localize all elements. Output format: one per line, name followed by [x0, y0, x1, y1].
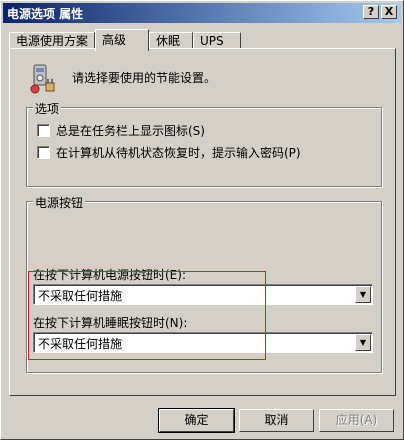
power-button-action-value: 不采取任何措施 — [38, 289, 123, 303]
help-button[interactable]: ? — [363, 5, 379, 19]
show-tray-icon-label: 总是在任务栏上显示图标(S) — [56, 124, 205, 138]
prompt-password-checkbox[interactable] — [37, 146, 50, 159]
power-options-dialog: 电源选项 属性 ? X 电源使用方案 高级 休眠 UPS 请选择要使用的节能设置… — [0, 0, 404, 440]
chevron-down-icon[interactable]: ▼ — [355, 286, 371, 303]
ok-button[interactable]: 确定 — [158, 408, 235, 433]
sleep-button-action-value: 不采取任何措施 — [38, 337, 123, 351]
options-group: 选项 总是在任务栏上显示图标(S) 在计算机从待机状态恢复时，提示输入密码(P) — [26, 100, 382, 187]
power-button-label: 在按下计算机电源按钮时(E): — [33, 268, 186, 282]
chevron-down-icon[interactable]: ▼ — [355, 334, 371, 351]
power-buttons-group: 电源按钮 在按下计算机电源按钮时(E): 不采取任何措施 ▼ 在按下计算机睡眠按… — [26, 194, 382, 373]
tab-advanced[interactable]: 高级 — [95, 29, 149, 51]
sleep-button-action-select[interactable]: 不采取任何措施 ▼ — [33, 332, 373, 353]
title-bar[interactable]: 电源选项 属性 ? X — [3, 3, 401, 23]
sleep-button-label: 在按下计算机睡眠按钮时(N): — [33, 316, 188, 330]
close-button[interactable]: X — [381, 5, 397, 19]
options-group-title: 选项 — [33, 100, 62, 117]
window-title: 电源选项 属性 — [7, 7, 84, 21]
prompt-password-option[interactable]: 在计算机从待机状态恢复时，提示输入密码(P) — [37, 144, 301, 161]
cancel-button[interactable]: 取消 — [239, 409, 314, 432]
advanced-panel: 请选择要使用的节能设置。 选项 总是在任务栏上显示图标(S) 在计算机从待机状态… — [9, 48, 396, 396]
power-button-action-select[interactable]: 不采取任何措施 ▼ — [33, 284, 373, 305]
apply-button[interactable]: 应用(A) — [319, 409, 394, 432]
show-tray-icon-option[interactable]: 总是在任务栏上显示图标(S) — [37, 122, 205, 139]
intro-text: 请选择要使用的节能设置。 — [72, 71, 217, 85]
power-buttons-group-title: 电源按钮 — [33, 194, 86, 211]
power-settings-icon — [30, 64, 55, 94]
prompt-password-label: 在计算机从待机状态恢复时，提示输入密码(P) — [56, 146, 301, 160]
show-tray-icon-checkbox[interactable] — [37, 124, 50, 137]
